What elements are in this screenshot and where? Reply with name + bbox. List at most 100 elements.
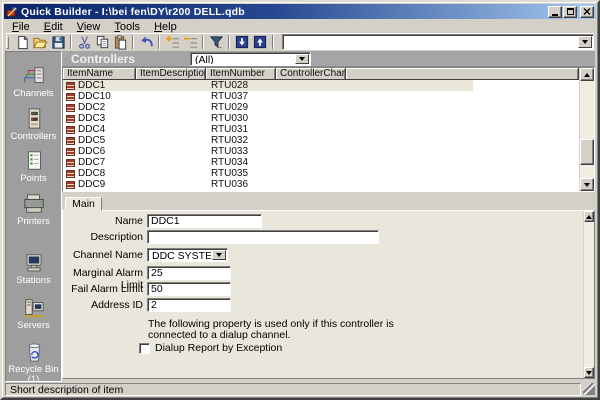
arrow-down-icon (586, 371, 592, 375)
chevron-down-icon (582, 40, 588, 44)
upload-button[interactable] (251, 34, 269, 50)
controller-channel-cell (276, 102, 579, 113)
sidebar-item-label: Controllers (6, 131, 61, 142)
form-scrollbar[interactable] (583, 211, 594, 378)
cut-button[interactable] (75, 34, 93, 50)
controller-icon (66, 93, 75, 101)
minimize-button[interactable] (548, 6, 562, 18)
new-button[interactable] (13, 34, 31, 50)
item-number-cell: RTU034 (206, 157, 276, 168)
tab-main-label: Main (72, 198, 95, 210)
controller-icon (66, 115, 75, 123)
controller-icon (66, 82, 75, 90)
item-description-cell (136, 124, 206, 135)
channel-name-combobox[interactable]: DDC SYSTEM (147, 248, 228, 262)
item-name: DDC1 (78, 80, 105, 91)
column-header-itemdescription[interactable]: ItemDescription (136, 68, 206, 80)
controller-channel-cell (276, 179, 579, 190)
address-id-input[interactable] (147, 298, 231, 312)
controller-icon (66, 126, 75, 134)
arrow-down-icon (584, 183, 590, 187)
controller-channel-cell (276, 113, 579, 124)
column-header-controllerchannel[interactable]: ControllerChann... (276, 68, 346, 80)
remove-item-icon (183, 35, 198, 50)
table-row[interactable]: DDC6RTU033 (63, 146, 579, 157)
servers-icon (20, 297, 48, 319)
paste-button[interactable] (111, 34, 129, 50)
item-description-cell (136, 135, 206, 146)
tab-main[interactable]: Main (65, 197, 102, 211)
column-header-itemname[interactable]: ItemName (63, 68, 136, 80)
app-icon (6, 6, 18, 18)
upload-icon (253, 35, 267, 49)
sidebar-item-label: Points (6, 173, 61, 184)
table-row[interactable]: DDC10RTU037 (63, 91, 579, 102)
controller-icon (66, 137, 75, 145)
toolbar-grip[interactable] (6, 36, 9, 49)
scroll-down-button[interactable] (580, 178, 594, 191)
table-row[interactable]: DDC3RTU030 (63, 113, 579, 124)
table-row[interactable]: DDC5RTU032 (63, 135, 579, 146)
table-row[interactable]: DDC7RTU034 (63, 157, 579, 168)
sidebar-item-channels[interactable]: Channels (6, 65, 61, 99)
item-name-cell: DDC1 (63, 80, 136, 91)
copy-button[interactable] (93, 34, 111, 50)
download-button[interactable] (233, 34, 251, 50)
table-row[interactable]: DDC9RTU036 (63, 179, 579, 190)
scope-filter-arrow[interactable] (295, 54, 309, 64)
item-name-cell: DDC4 (63, 124, 136, 135)
toolbar-separator (228, 35, 230, 49)
scroll-up-button[interactable] (584, 211, 594, 222)
statusbar: Short description of item (5, 382, 595, 396)
new-file-icon (15, 35, 30, 50)
paste-icon (113, 35, 128, 50)
sidebar-item-label: Stations (6, 275, 61, 286)
column-header-itemnumber[interactable]: ItemNumber (206, 68, 276, 80)
table-row[interactable]: DDC2RTU029 (63, 102, 579, 113)
controller-icon (66, 181, 75, 189)
remove-item-button[interactable] (181, 34, 199, 50)
sidebar-item-printers[interactable]: Printers (6, 193, 61, 227)
toolbar (5, 33, 594, 50)
save-icon (51, 35, 66, 50)
item-number-cell: RTU035 (206, 168, 276, 179)
scope-filter-combobox[interactable]: (All) (190, 52, 311, 66)
item-name: DDC10 (78, 91, 111, 102)
scroll-thumb[interactable] (580, 139, 594, 165)
maximize-button[interactable] (563, 6, 577, 18)
fail-alarm-limit-input[interactable] (147, 282, 231, 296)
save-button[interactable] (49, 34, 67, 50)
table-scrollbar[interactable] (579, 68, 594, 191)
chevron-down-icon (299, 57, 305, 61)
table-row[interactable]: DDC1RTU028 (63, 80, 579, 91)
table-row[interactable]: DDC4RTU031 (63, 124, 579, 135)
property-form: Name Description Channel Name DDC SYSTEM… (62, 210, 595, 379)
table-row[interactable]: DDC8 RTU035 (63, 168, 579, 179)
add-item-button[interactable] (163, 34, 181, 50)
toolbar-separator (132, 35, 134, 49)
marginal-alarm-limit-input[interactable] (147, 266, 231, 280)
sidebar-item-controllers[interactable]: Controllers (6, 107, 61, 142)
app-window: Quick Builder - I:\bei fen\DY\r200 DELL.… (0, 0, 600, 400)
undo-button[interactable] (137, 34, 155, 50)
channel-name-arrow[interactable] (212, 250, 226, 260)
name-input[interactable] (147, 214, 262, 228)
item-name-cell: DDC5 (63, 135, 136, 146)
description-input[interactable] (147, 230, 379, 244)
toolbar-combobox[interactable] (282, 34, 594, 50)
filter-button[interactable] (207, 34, 225, 50)
sidebar-item-stations[interactable]: Stations (6, 253, 61, 286)
sidebar-item-servers[interactable]: Servers (6, 297, 61, 331)
toolbar-combobox-arrow[interactable] (578, 36, 592, 48)
dialup-report-checkbox[interactable] (139, 343, 150, 354)
item-name: DDC5 (78, 135, 105, 146)
sidebar-item-recycle-bin[interactable]: Recycle Bin (1) (6, 340, 61, 385)
channel-name-value: DDC SYSTEM (152, 250, 211, 260)
item-name: DDC8 (78, 168, 105, 179)
scroll-down-button[interactable] (584, 367, 594, 378)
scroll-up-button[interactable] (580, 68, 594, 81)
sidebar-item-points[interactable]: Points (6, 150, 61, 184)
open-button[interactable] (31, 34, 49, 50)
resize-grip[interactable] (583, 383, 595, 395)
close-button[interactable] (580, 6, 594, 18)
